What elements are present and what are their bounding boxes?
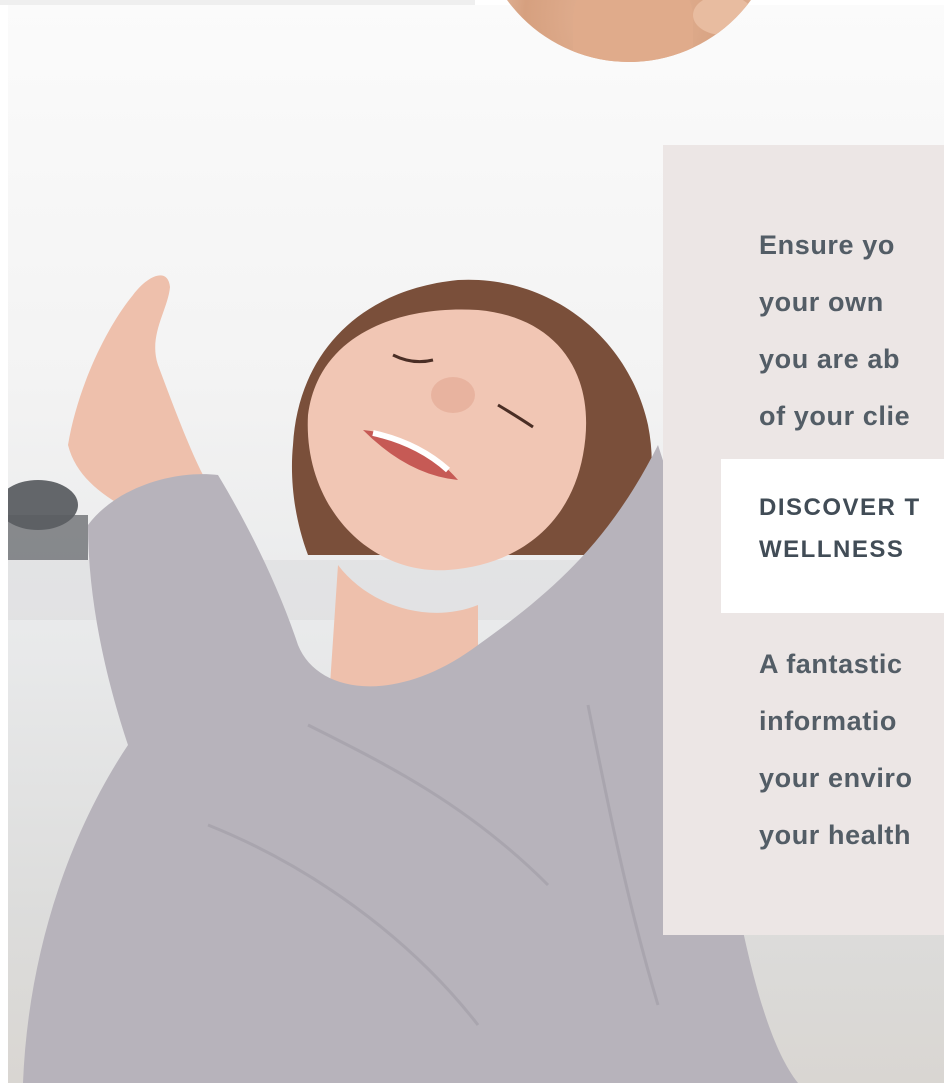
page: Ensure yo your own you are ab of your cl… [0,0,944,1083]
body-paragraph: A fantastic informatio your enviro your … [759,649,913,850]
intro-paragraph: Ensure yo your own you are ab of your cl… [759,230,911,431]
avatar-neck [573,0,693,62]
discover-wellness-button[interactable]: DISCOVER T WELLNESS [721,459,944,613]
discover-wellness-label: DISCOVER T WELLNESS [759,494,921,563]
info-card: Ensure yo your own you are ab of your cl… [663,145,944,935]
